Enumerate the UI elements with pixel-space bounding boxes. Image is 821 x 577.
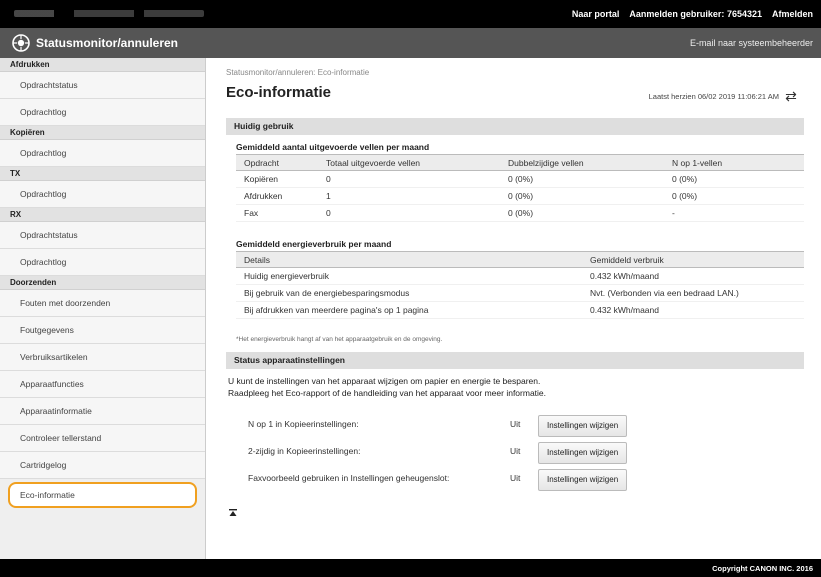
change-settings-button[interactable]: Instellingen wijzigen xyxy=(538,442,628,464)
table-cell: Fax xyxy=(236,204,318,222)
sidebar-item-print-job-log[interactable]: Opdrachtlog xyxy=(0,99,205,126)
table-row: Bij afdrukken van meerdere pagina's op 1… xyxy=(236,301,804,319)
table-cell: 0 (0%) xyxy=(500,204,664,222)
table-cell: Kopiëren xyxy=(236,170,318,188)
breadcrumb: Statusmonitor/annuleren: Eco-informatie xyxy=(226,68,370,77)
table-row: Fax 0 0 (0%) - xyxy=(236,204,804,222)
change-settings-button[interactable]: Instellingen wijzigen xyxy=(538,415,628,437)
page-title: Eco-informatie xyxy=(226,84,332,101)
footer: Copyright CANON INC. 2016 xyxy=(0,559,821,577)
table-cell: Bij gebruik van de energiebesparingsmodu… xyxy=(236,284,582,302)
col-details: Details xyxy=(236,251,582,268)
sidebar-item-consumables[interactable]: Verbruiksartikelen xyxy=(0,344,205,371)
sidebar-item-device-info[interactable]: Apparaatinformatie xyxy=(0,398,205,425)
settings-description: U kunt de instellingen van het apparaat … xyxy=(228,375,788,399)
settings-description-line1: U kunt de instellingen van het apparaat … xyxy=(228,376,541,386)
table-header-row: Details Gemiddeld verbruik xyxy=(236,251,804,268)
table-cell: 0.432 kWh/maand xyxy=(582,301,804,319)
main-content: Statusmonitor/annuleren: Eco-informatie … xyxy=(206,58,821,559)
sidebar-item-copy-job-log[interactable]: Opdrachtlog xyxy=(0,140,205,167)
sidebar-item-tx-job-log[interactable]: Opdrachtlog xyxy=(0,181,205,208)
sheets-table: Opdracht Totaal uitgevoerde vellen Dubbe… xyxy=(236,154,804,222)
setting-value: Uit xyxy=(510,446,521,456)
col-average-usage: Gemiddeld verbruik xyxy=(582,251,804,268)
col-job: Opdracht xyxy=(236,154,318,171)
table-row: Kopiëren 0 0 (0%) 0 (0%) xyxy=(236,170,804,188)
login-user-caption: Aanmelden gebruiker: xyxy=(629,9,725,19)
login-user-id: 7654321 xyxy=(726,9,762,19)
page: Naar portal Aanmelden gebruiker: 7654321… xyxy=(0,0,821,577)
sidebar-section-print: Afdrukken xyxy=(0,58,205,72)
canon-remote-ui-icon xyxy=(12,34,30,52)
setting-label: Faxvoorbeeld gebruiken in Instellingen g… xyxy=(248,473,450,483)
portal-link[interactable]: Naar portal xyxy=(572,9,620,19)
setting-row-fax-preview: Faxvoorbeeld gebruiken in Instellingen g… xyxy=(248,469,648,491)
sidebar-item-cartridge-log[interactable]: Cartridgelog xyxy=(0,452,205,479)
sheets-subheading: Gemiddeld aantal uitgevoerde vellen per … xyxy=(236,142,430,152)
table-cell: 0 (0%) xyxy=(664,187,804,205)
last-updated-text: Laatst herzien 06/02 2019 11:06:21 AM xyxy=(648,92,779,101)
table-cell: Bij afdrukken van meerdere pagina's op 1… xyxy=(236,301,582,319)
mail-admin-link[interactable]: E-mail naar systeembeheerder xyxy=(690,38,813,48)
sidebar-section-rx: RX xyxy=(0,208,205,222)
sidebar-section-forwarding: Doorzenden xyxy=(0,276,205,290)
table-cell: Huidig energieverbruik xyxy=(236,267,582,285)
section-current-usage: Huidig gebruik xyxy=(226,118,804,135)
table-cell: 0 (0%) xyxy=(500,187,664,205)
setting-value: Uit xyxy=(510,473,521,483)
table-cell: Nvt. (Verbonden via een bedraad LAN.) xyxy=(582,284,804,302)
setting-row-n-on-1: N op 1 in Kopieerinstellingen: Uit Inste… xyxy=(248,415,648,437)
change-settings-button[interactable]: Instellingen wijzigen xyxy=(538,469,628,491)
login-user-label: Aanmelden gebruiker: 7654321 xyxy=(629,9,762,19)
sidebar-item-forwarding-errors[interactable]: Fouten met doorzenden xyxy=(0,290,205,317)
setting-value: Uit xyxy=(510,419,521,429)
table-cell: 0 xyxy=(318,204,500,222)
sidebar-item-device-features[interactable]: Apparaatfuncties xyxy=(0,371,205,398)
setting-label: 2-zijdig in Kopieerinstellingen: xyxy=(248,446,361,456)
table-row: Afdrukken 1 0 (0%) 0 (0%) xyxy=(236,187,804,205)
sidebar-item-rx-job-status[interactable]: Opdrachtstatus xyxy=(0,222,205,249)
setting-label: N op 1 in Kopieerinstellingen: xyxy=(248,419,359,429)
page-header-title: Statusmonitor/annuleren xyxy=(36,36,179,50)
sidebar-item-print-job-status[interactable]: Opdrachtstatus xyxy=(0,72,205,99)
top-bar: Naar portal Aanmelden gebruiker: 7654321… xyxy=(0,0,821,28)
settings-description-line2: Raadpleeg het Eco-rapport of de handleid… xyxy=(228,388,547,398)
table-cell: 1 xyxy=(318,187,500,205)
sidebar-item-rx-job-log[interactable]: Opdrachtlog xyxy=(0,249,205,276)
sidebar: Afdrukken Opdrachtstatus Opdrachtlog Kop… xyxy=(0,58,206,559)
energy-subheading: Gemiddeld energieverbruik per maand xyxy=(236,239,392,249)
energy-table: Details Gemiddeld verbruik Huidig energi… xyxy=(236,251,804,319)
sidebar-section-tx: TX xyxy=(0,167,205,181)
table-cell: 0 xyxy=(318,170,500,188)
table-cell: 0.432 kWh/maand xyxy=(582,267,804,285)
sidebar-item-check-counter[interactable]: Controleer tellerstand xyxy=(0,425,205,452)
col-n-on-1-sheets: N op 1-vellen xyxy=(664,154,804,171)
title-bar: Statusmonitor/annuleren E-mail naar syst… xyxy=(0,28,821,58)
sidebar-item-eco-info[interactable]: Eco-informatie xyxy=(8,482,197,508)
copyright-text: Copyright CANON INC. 2016 xyxy=(712,564,813,573)
logout-link[interactable]: Afmelden xyxy=(772,9,813,19)
section-device-settings: Status apparaatinstellingen xyxy=(226,352,804,369)
table-row: Huidig energieverbruik 0.432 kWh/maand xyxy=(236,267,804,285)
table-cell: Afdrukken xyxy=(236,187,318,205)
table-header-row: Opdracht Totaal uitgevoerde vellen Dubbe… xyxy=(236,154,804,171)
device-name-redacted xyxy=(14,10,204,17)
col-duplex-sheets: Dubbelzijdige vellen xyxy=(500,154,664,171)
table-cell: 0 (0%) xyxy=(664,170,804,188)
sidebar-section-copy: Kopiëren xyxy=(0,126,205,140)
table-cell: - xyxy=(664,204,804,222)
refresh-icon[interactable]: ⇄ xyxy=(783,88,799,104)
energy-footnote: *Het energieverbruik hangt af van het ap… xyxy=(236,336,443,343)
back-to-top-icon[interactable] xyxy=(228,508,238,518)
table-cell: 0 (0%) xyxy=(500,170,664,188)
sidebar-item-error-info[interactable]: Foutgegevens xyxy=(0,317,205,344)
col-total-sheets: Totaal uitgevoerde vellen xyxy=(318,154,500,171)
table-row: Bij gebruik van de energiebesparingsmodu… xyxy=(236,284,804,302)
setting-row-duplex: 2-zijdig in Kopieerinstellingen: Uit Ins… xyxy=(248,442,648,464)
